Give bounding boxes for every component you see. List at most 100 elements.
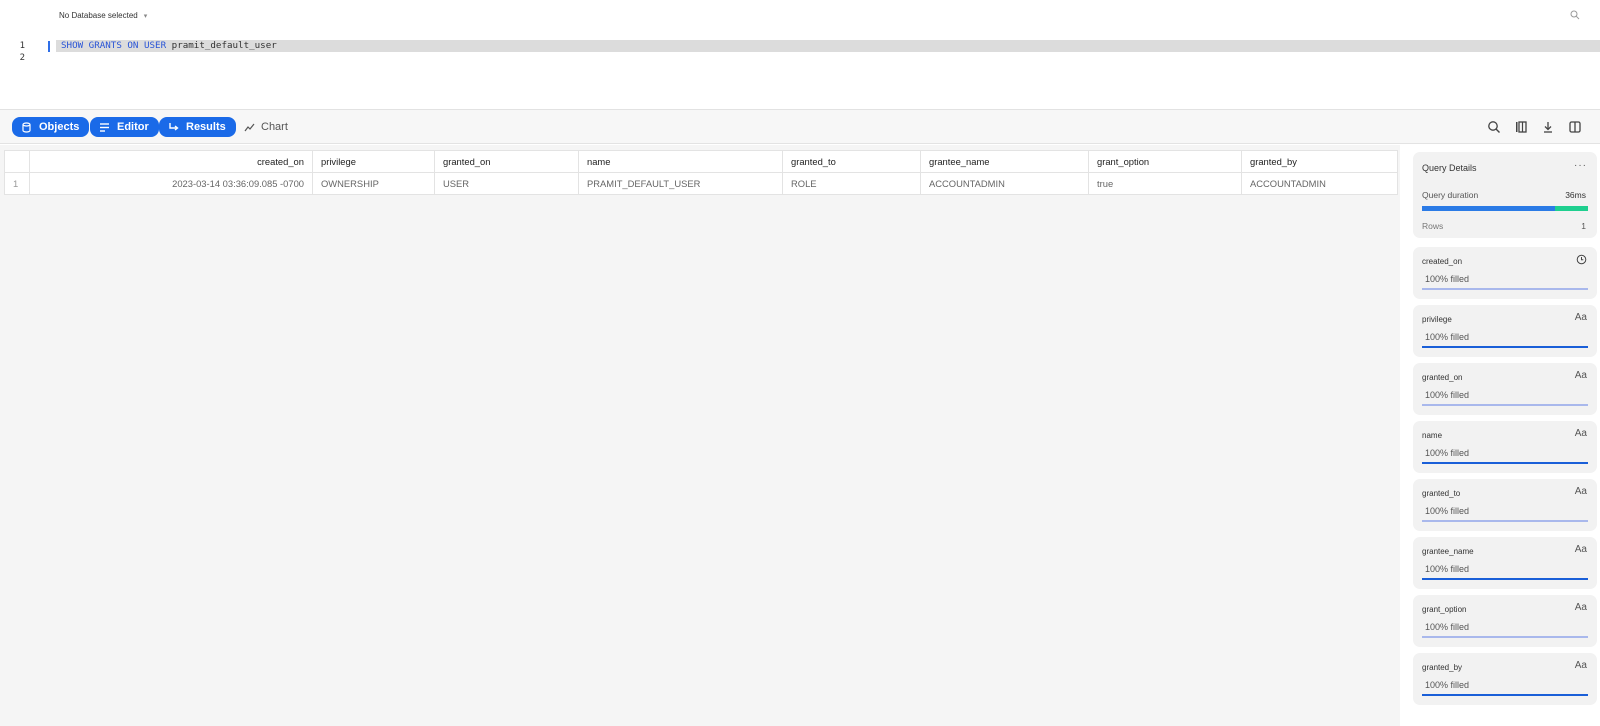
column-fill-bar [1422,520,1588,522]
column-header[interactable]: privilege [312,150,435,173]
column-stat-name: name [1422,431,1443,440]
column-fill-label: 100% filled [1425,448,1470,458]
more-options-icon[interactable]: ··· [1574,160,1587,171]
column-stat-name: grant_option [1422,605,1467,614]
table-cell[interactable]: 2023-03-14 03:36:09.085 -0700 [29,172,313,195]
column-stat-name: granted_to [1422,489,1461,498]
duration-segment-execution [1554,206,1588,211]
index-header [4,150,30,173]
column-header[interactable]: granted_by [1241,150,1398,173]
query-duration-value: 36ms [1565,190,1586,200]
top-bar: No Database selected ▾ [0,0,1600,32]
column-stat-card[interactable]: grant_option Aa 100% filled [1413,595,1597,647]
search-icon[interactable] [1570,10,1580,20]
column-fill-label: 100% filled [1425,274,1470,284]
column-fill-bar [1422,346,1588,348]
duration-segment-compile [1422,206,1555,211]
rows-value: 1 [1581,221,1586,231]
text-type-icon: Aa [1574,544,1587,555]
column-stat-card[interactable]: created_on 100% filled [1413,247,1597,299]
column-stat-card[interactable]: name Aa 100% filled [1413,421,1597,473]
text-type-icon: Aa [1574,428,1587,439]
text-type-icon: Aa [1574,312,1587,323]
table-cell[interactable]: PRAMIT_DEFAULT_USER [578,172,783,195]
column-header[interactable]: grant_option [1088,150,1242,173]
objects-label: Objects [39,121,80,133]
table-cell[interactable]: ROLE [782,172,921,195]
table-header-row: created_on privilege granted_on name gra… [4,150,1398,173]
query-duration-bar [1422,206,1588,211]
chart-button[interactable]: Chart [244,117,288,137]
table-row[interactable]: 1 2023-03-14 03:36:09.085 -0700 OWNERSHI… [4,172,1398,195]
results-table: created_on privilege granted_on name gra… [4,150,1398,195]
row-index: 1 [4,172,30,195]
column-stat-card[interactable]: granted_on Aa 100% filled [1413,363,1597,415]
column-fill-bar [1422,462,1588,464]
column-fill-bar [1422,636,1588,638]
text-type-icon: Aa [1574,602,1587,613]
split-panel-icon[interactable] [1568,120,1582,134]
column-fill-label: 100% filled [1425,332,1470,342]
column-stat-name: grantee_name [1422,547,1474,556]
table-cell[interactable]: USER [434,172,579,195]
line-number: 2 [19,53,25,63]
table-cell[interactable]: ACCOUNTADMIN [920,172,1089,195]
column-stat-name: privilege [1422,315,1452,324]
column-stat-name: granted_by [1422,663,1463,672]
results-label: Results [186,121,226,133]
column-fill-label: 100% filled [1425,680,1470,690]
column-fill-label: 100% filled [1425,622,1470,632]
chevron-down-icon: ▾ [143,12,148,20]
lines-icon [100,122,109,132]
editor-button[interactable]: Editor [90,117,159,137]
column-fill-label: 100% filled [1425,390,1470,400]
search-icon[interactable] [1487,120,1501,134]
sql-keywords: SHOW GRANTS ON USER [61,40,167,51]
column-stat-card[interactable]: granted_to Aa 100% filled [1413,479,1597,531]
table-cell[interactable]: true [1088,172,1242,195]
results-button[interactable]: Results [159,117,236,137]
column-header[interactable]: created_on [29,150,313,173]
results-toolbar: Objects Editor Results Chart [0,110,1600,144]
column-header[interactable]: name [578,150,783,173]
clock-icon [1576,254,1587,268]
line-chart-icon [244,123,255,131]
rows-label: Rows [1422,221,1444,231]
column-fill-label: 100% filled [1425,564,1470,574]
query-details-sidebar: Query Details ··· Query duration 36ms Ro… [1400,145,1600,726]
sql-editor[interactable]: 1 2 SHOW GRANTS ON USER pramit_default_u… [0,32,1600,110]
column-stat-name: granted_on [1422,373,1463,382]
columns-icon[interactable] [1514,120,1528,134]
query-duration-label: Query duration [1422,190,1479,200]
column-header[interactable]: granted_to [782,150,921,173]
column-stat-name: created_on [1422,257,1463,266]
download-icon[interactable] [1541,120,1555,134]
table-cell[interactable]: OWNERSHIP [312,172,435,195]
column-fill-bar [1422,694,1588,696]
column-fill-label: 100% filled [1425,506,1470,516]
sql-identifier: pramit_default_user [171,40,277,51]
column-fill-bar [1422,578,1588,580]
column-header[interactable]: grantee_name [920,150,1089,173]
column-fill-bar [1422,404,1588,406]
database-selector[interactable]: No Database selected ▾ [59,11,147,20]
query-details-title: Query Details [1422,163,1477,173]
text-type-icon: Aa [1574,486,1587,497]
results-pane: created_on privilege granted_on name gra… [0,145,1400,726]
column-header[interactable]: granted_on [434,150,579,173]
arrow-turn-icon [169,122,179,131]
line-gutter: 1 2 [0,40,48,64]
code-line[interactable]: SHOW GRANTS ON USER pramit_default_user [56,40,1600,52]
column-stat-card[interactable]: privilege Aa 100% filled [1413,305,1597,357]
editor-label: Editor [117,121,149,133]
database-selector-label: No Database selected [59,11,138,20]
column-stat-card[interactable]: grantee_name Aa 100% filled [1413,537,1597,589]
query-details-card: Query Details ··· Query duration 36ms Ro… [1413,152,1597,238]
text-type-icon: Aa [1574,660,1587,671]
objects-button[interactable]: Objects [12,117,90,137]
column-stat-card[interactable]: granted_by Aa 100% filled [1413,653,1597,705]
line-number: 1 [19,41,25,51]
column-fill-bar [1422,288,1588,290]
active-line-marker [48,41,50,52]
table-cell[interactable]: ACCOUNTADMIN [1241,172,1398,195]
